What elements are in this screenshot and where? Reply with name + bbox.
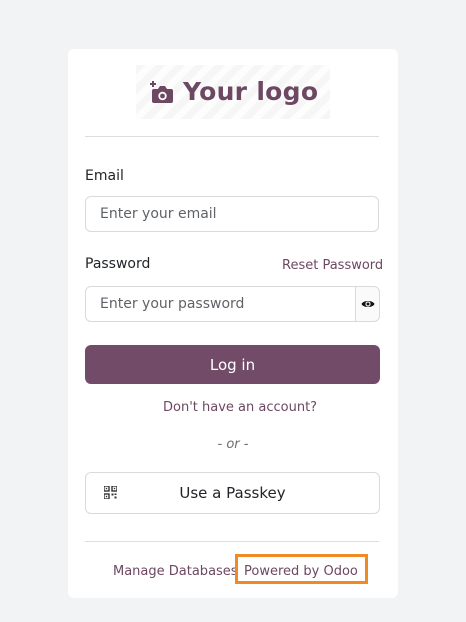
show-password-button[interactable]	[355, 286, 380, 322]
logo-text: Your logo	[183, 77, 319, 106]
or-separator: - or -	[217, 437, 249, 452]
manage-databases-link[interactable]: Manage Databases	[113, 564, 238, 579]
signup-link[interactable]: Don't have an account?	[163, 400, 317, 415]
company-logo: Your logo	[136, 65, 330, 119]
login-card: Your logo Email Password Reset Password …	[68, 49, 398, 598]
reset-password-link[interactable]: Reset Password	[282, 258, 383, 273]
footer-divider	[85, 541, 379, 542]
header-divider	[85, 136, 379, 137]
passkey-label: Use a Passkey	[179, 484, 286, 502]
password-field[interactable]	[85, 286, 356, 322]
password-label: Password	[85, 256, 151, 272]
email-field[interactable]	[85, 196, 379, 232]
highlight-box	[235, 554, 368, 584]
camera-plus-icon	[150, 81, 173, 103]
eye-icon	[361, 301, 374, 307]
passkey-button[interactable]: Use a Passkey	[85, 472, 380, 514]
email-label: Email	[85, 168, 124, 184]
login-button[interactable]: Log in	[85, 345, 380, 384]
